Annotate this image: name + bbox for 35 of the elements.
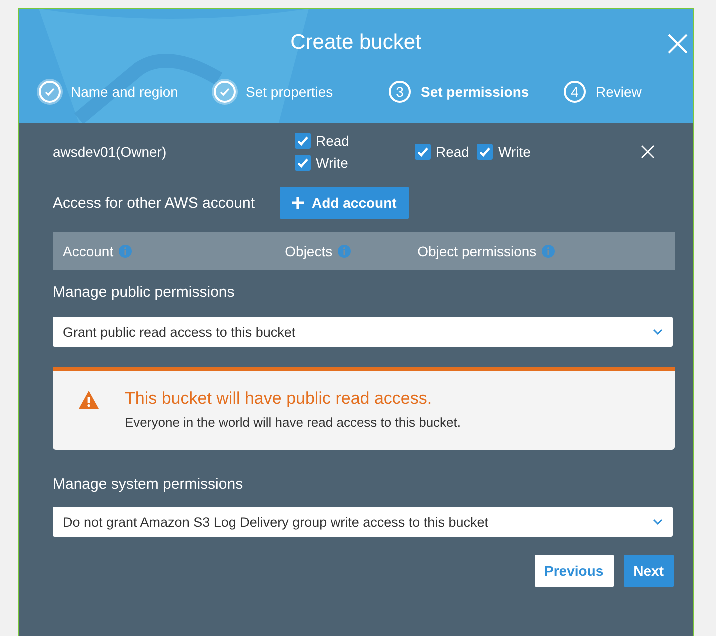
step-label: Review <box>596 84 642 100</box>
alert-message: Everyone in the world will have read access to this bucket. <box>125 415 462 430</box>
checkbox[interactable] <box>415 144 431 160</box>
column-header: Account <box>63 244 114 260</box>
previous-button[interactable]: Previous <box>534 555 614 587</box>
dropdown[interactable]: Do not grant Amazon S3 Log Delivery group write access to this bucket <box>53 507 673 537</box>
dialog-title: Create bucket <box>290 31 422 55</box>
chevron-down-icon <box>653 329 663 335</box>
checkbox-label: Read <box>316 133 350 149</box>
step-label: Name and region <box>71 84 178 100</box>
account-name: awsdev01(Owner) <box>53 144 168 160</box>
checkbox[interactable] <box>295 155 311 171</box>
checkbox-label: Write <box>498 144 531 160</box>
checkbox-label: Read <box>436 144 470 160</box>
dropdown[interactable]: Grant public read access to this bucket <box>53 317 673 347</box>
plus-icon <box>292 197 304 209</box>
column-header: Object permissions <box>418 244 537 260</box>
checkbox[interactable] <box>477 144 494 160</box>
step-label: Set permissions <box>421 84 530 100</box>
section-label: Manage system permissions <box>53 476 244 493</box>
next-button[interactable]: Next <box>624 555 674 587</box>
alert-title: This bucket will have public read access. <box>125 389 434 409</box>
checkbox[interactable] <box>295 133 311 149</box>
remove-icon[interactable] <box>641 145 655 159</box>
section-label: Manage public permissions <box>53 284 236 301</box>
close-icon[interactable] <box>667 33 689 55</box>
step-label: Set properties <box>246 84 334 100</box>
checkbox-label: Write <box>316 155 348 171</box>
step-number: 3 <box>389 81 411 103</box>
column-header: Objects <box>285 244 333 260</box>
section-label: Access for other AWS account <box>53 194 256 212</box>
add-account-button[interactable]: Add account <box>280 187 409 219</box>
chevron-down-icon <box>653 519 663 525</box>
step-number: 4 <box>564 81 586 103</box>
warning-icon <box>79 391 99 409</box>
